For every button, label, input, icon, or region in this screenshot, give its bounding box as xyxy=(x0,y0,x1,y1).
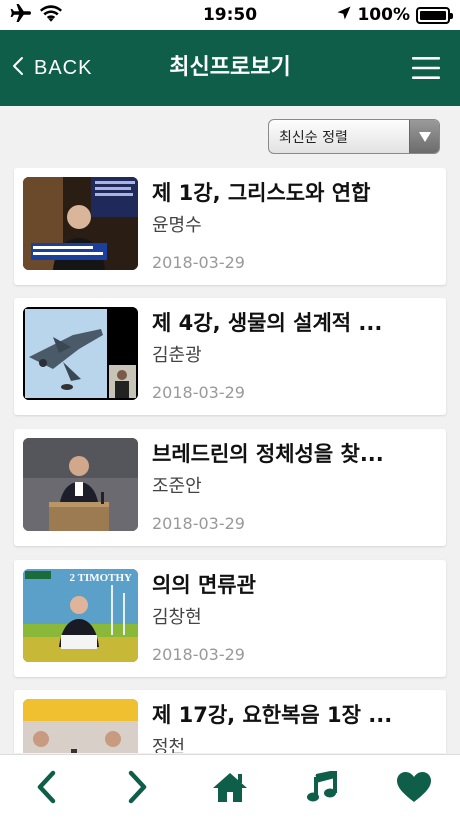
list-item[interactable]: 제 1강, 그리스도와 연합 윤명수 2018-03-29 xyxy=(14,168,446,285)
forward-arrow-icon[interactable] xyxy=(92,755,184,818)
dropdown-arrow-icon xyxy=(409,120,439,153)
video-thumbnail xyxy=(23,177,138,270)
video-author: 윤명수 xyxy=(152,215,202,236)
video-author: 정천 xyxy=(152,737,186,753)
location-arrow-icon xyxy=(337,5,351,25)
video-date: 2018-03-29 xyxy=(152,514,245,533)
video-thumbnail xyxy=(23,307,138,400)
video-title: 제 17강, 요한복음 1장 ... xyxy=(152,703,393,727)
music-note-icon[interactable] xyxy=(276,755,368,818)
back-button[interactable]: BACK xyxy=(12,30,92,106)
battery-icon xyxy=(416,6,453,24)
video-date: 2018-03-29 xyxy=(152,645,245,664)
battery-percent: 100% xyxy=(357,5,410,25)
video-title: 제 4강, 생물의 설계적 ... xyxy=(152,311,383,335)
video-thumbnail xyxy=(23,438,138,531)
list-item[interactable]: 제 17강, 요한복음 1장 ... 정천 xyxy=(14,690,446,753)
sort-selected-value: 최신순 정렬 xyxy=(279,129,348,146)
status-right: 100% xyxy=(337,5,453,25)
video-title: 제 1강, 그리스도와 연합 xyxy=(152,181,371,205)
status-bar: 19:50 100% xyxy=(0,0,460,30)
video-list[interactable]: 제 1강, 그리스도와 연합 윤명수 2018-03-29 제 4강, 생물의 … xyxy=(0,168,460,753)
video-date: 2018-03-29 xyxy=(152,383,245,402)
video-date: 2018-03-29 xyxy=(152,253,245,272)
video-author: 조준안 xyxy=(152,476,202,497)
list-item[interactable]: 제 4강, 생물의 설계적 ... 김춘광 2018-03-29 xyxy=(14,298,446,415)
video-title: 브레드린의 정체성을 찾... xyxy=(152,442,384,466)
home-icon[interactable] xyxy=(184,755,276,818)
sort-dropdown[interactable]: 최신순 정렬 xyxy=(268,119,440,154)
nav-bar: BACK 최신프로보기 xyxy=(0,30,460,106)
video-title: 의의 면류관 xyxy=(152,573,256,597)
sort-row: 최신순 정렬 xyxy=(0,119,460,155)
list-item[interactable]: 브레드린의 정체성을 찾... 조준안 2018-03-29 xyxy=(14,429,446,546)
thumbnail-series-text: 2 TIMOTHY xyxy=(69,572,132,584)
video-author: 김춘광 xyxy=(152,345,202,366)
video-author: 김창현 xyxy=(152,607,202,628)
video-thumbnail xyxy=(23,699,138,753)
back-arrow-icon[interactable] xyxy=(0,755,92,818)
chevron-left-icon xyxy=(12,56,24,80)
heart-icon[interactable] xyxy=(368,755,460,818)
back-label: BACK xyxy=(34,56,93,79)
bottom-tab-bar xyxy=(0,754,460,818)
hamburger-menu-icon[interactable] xyxy=(410,52,442,84)
video-thumbnail: 2 TIMOTHY xyxy=(23,569,138,662)
list-item[interactable]: 2 TIMOTHY 의의 면류관 김창현 2018-03-29 xyxy=(14,560,446,677)
